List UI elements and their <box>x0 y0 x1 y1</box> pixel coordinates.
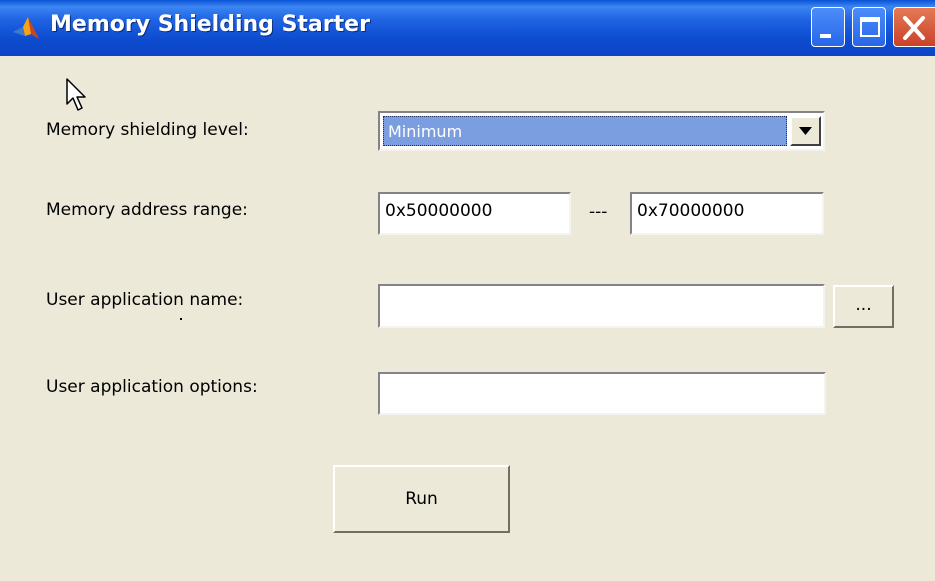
title-bar[interactable]: Memory Shielding Starter <box>0 0 935 56</box>
browse-button[interactable]: ... <box>833 285 894 328</box>
app-options-label: User application options: <box>46 377 258 397</box>
shielding-level-select[interactable]: Minimum <box>378 111 825 151</box>
address-start-input[interactable]: 0x50000000 <box>378 192 571 235</box>
app-name-label: User application name: <box>46 290 244 310</box>
stray-dot <box>180 318 182 320</box>
shielding-level-selected: Minimum <box>383 116 787 146</box>
dropdown-button[interactable] <box>790 116 821 146</box>
maximize-button[interactable] <box>852 7 886 47</box>
app-options-input[interactable] <box>378 372 826 415</box>
minimize-button[interactable] <box>811 7 845 47</box>
window-title: Memory Shielding Starter <box>50 12 370 37</box>
shielding-level-label: Memory shielding level: <box>46 120 249 140</box>
app-name-input[interactable] <box>378 284 825 328</box>
close-button[interactable] <box>893 7 935 47</box>
address-end-input[interactable]: 0x70000000 <box>630 192 824 235</box>
minimize-icon <box>820 34 831 38</box>
app-window: Memory Shielding Starter Memory shieldin… <box>0 0 935 581</box>
address-range-label: Memory address range: <box>46 200 248 220</box>
close-icon <box>903 16 925 40</box>
matlab-icon <box>13 17 39 39</box>
address-range-separator: --- <box>589 202 608 222</box>
run-button[interactable]: Run <box>333 465 510 533</box>
maximize-icon <box>860 17 880 37</box>
chevron-down-icon <box>799 127 812 135</box>
mouse-pointer-icon <box>66 78 86 111</box>
